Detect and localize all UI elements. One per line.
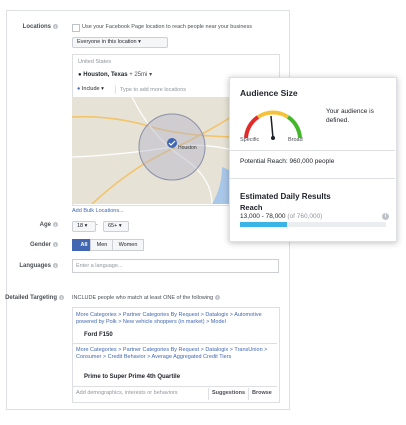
info-icon: i bbox=[53, 24, 58, 29]
age-min-dropdown[interactable]: 18 ▾ bbox=[72, 221, 96, 232]
age-label: Age i bbox=[39, 222, 58, 229]
language-input[interactable]: Enter a language... bbox=[72, 259, 279, 273]
info-icon: i bbox=[53, 222, 58, 227]
pin-icon: ● bbox=[77, 86, 81, 92]
info-icon: i bbox=[59, 295, 64, 300]
targeting-group-2-value[interactable]: Prime to Super Prime 4th Quartile bbox=[84, 374, 180, 380]
include-dropdown[interactable]: ● Include ▾ bbox=[73, 85, 116, 94]
facebook-page-checkbox-label: Use your Facebook Page location to reach… bbox=[82, 24, 252, 30]
selected-location[interactable]: ● Houston, Texas + 25mi ▾ bbox=[78, 71, 152, 78]
chevron-down-icon: ▾ bbox=[149, 72, 153, 78]
map-city-label: Houston bbox=[178, 145, 197, 151]
age-max-dropdown[interactable]: 65+ ▾ bbox=[103, 221, 129, 232]
location-type-dropdown[interactable]: Everyone in this location ▾ bbox=[72, 37, 168, 48]
reach-label: Reach bbox=[240, 203, 263, 212]
audience-size-title: Audience Size bbox=[240, 88, 298, 98]
potential-reach: Potential Reach: 960,000 people bbox=[240, 158, 335, 165]
divider bbox=[73, 386, 277, 387]
add-bulk-locations-link[interactable]: Add Bulk Locations... bbox=[72, 208, 124, 214]
targeting-group-2-path[interactable]: More Categories > Partner Categories By … bbox=[76, 347, 272, 361]
locations-label: Locations i bbox=[22, 24, 58, 31]
suggestions-button[interactable]: Suggestions bbox=[212, 390, 245, 396]
divider bbox=[229, 178, 395, 179]
reach-bar-fill bbox=[240, 222, 287, 227]
audience-gauge bbox=[244, 110, 302, 140]
estimated-results-title: Estimated Daily Results bbox=[240, 192, 331, 201]
info-icon: i bbox=[53, 263, 58, 268]
pin-icon: ● bbox=[78, 72, 82, 78]
chevron-down-icon: ▾ bbox=[138, 39, 141, 45]
gender-women-button[interactable]: Women bbox=[112, 239, 144, 251]
gender-men-button[interactable]: Men bbox=[90, 239, 114, 251]
gender-label: Gender i bbox=[29, 242, 58, 249]
reach-bar-track bbox=[240, 222, 386, 227]
info-icon: i bbox=[215, 295, 221, 301]
divider bbox=[229, 150, 395, 151]
country-label: United States bbox=[78, 59, 112, 65]
detailed-targeting-label: Detailed Targeting i bbox=[5, 295, 64, 302]
info-icon[interactable]: i bbox=[382, 213, 389, 220]
targeting-group-1-value[interactable]: Ford F150 bbox=[84, 332, 113, 338]
add-location-input[interactable]: Type to add more locations bbox=[120, 87, 186, 93]
browse-button[interactable]: Browse bbox=[252, 390, 272, 396]
gauge-specific-label: Specific bbox=[240, 137, 260, 143]
targeting-heading: INCLUDE people who match at least ONE of… bbox=[72, 295, 221, 301]
reach-range: 13,000 - 78,000 (of 760,000) bbox=[240, 213, 323, 220]
age-separator: - bbox=[96, 222, 98, 228]
gauge-broad-label: Broad bbox=[288, 137, 303, 143]
divider bbox=[248, 388, 249, 400]
divider bbox=[73, 343, 277, 344]
languages-label: Languages i bbox=[19, 263, 58, 270]
info-icon: i bbox=[53, 242, 58, 247]
targeting-add-input[interactable]: Add demographics, interests or behaviors bbox=[76, 390, 178, 396]
facebook-page-checkbox[interactable] bbox=[72, 24, 80, 32]
audience-status: Your audience is defined. bbox=[326, 108, 374, 124]
targeting-group-1-path[interactable]: More Categories > Partner Categories By … bbox=[76, 312, 272, 326]
